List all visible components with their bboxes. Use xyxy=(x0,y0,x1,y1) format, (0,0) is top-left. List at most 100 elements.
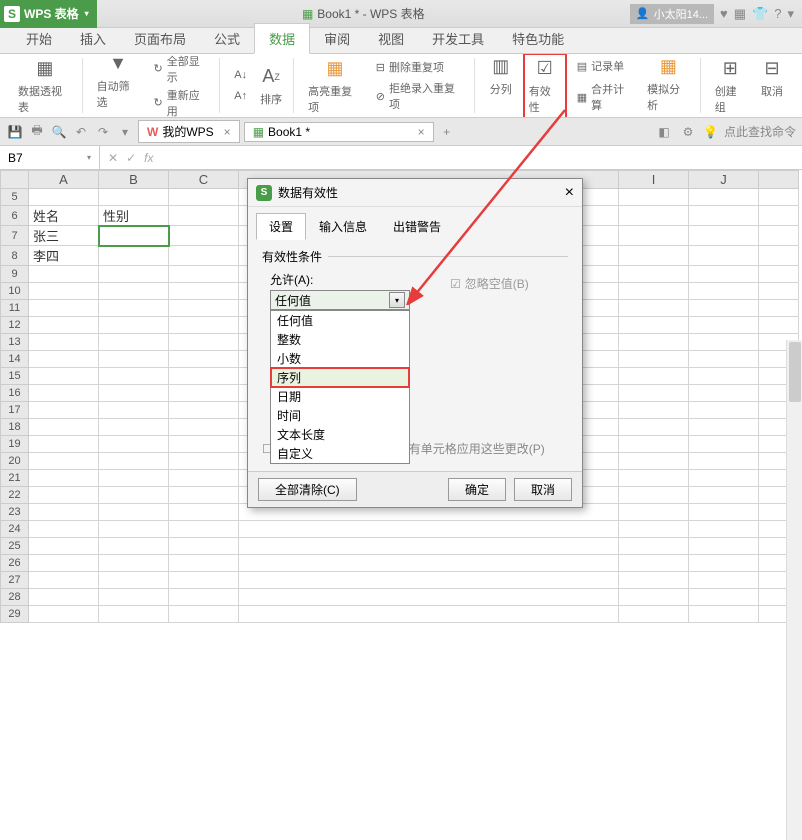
cell-B13[interactable] xyxy=(99,334,169,351)
cell-B12[interactable] xyxy=(99,317,169,334)
cell-A12[interactable] xyxy=(29,317,99,334)
cell-C20[interactable] xyxy=(169,453,239,470)
cell-J5[interactable] xyxy=(689,189,759,206)
record-form-button[interactable]: ▤记录单 xyxy=(577,57,633,75)
cell-A11[interactable] xyxy=(29,300,99,317)
allow-option-6[interactable]: 文本长度 xyxy=(271,425,409,444)
row-8[interactable]: 8 xyxy=(1,246,29,266)
accept-icon[interactable]: ✓ xyxy=(126,151,136,165)
remove-dup-button[interactable]: ⊟删除重复项 xyxy=(376,58,464,76)
col-J[interactable]: J xyxy=(689,171,759,189)
name-box[interactable]: B7 ▾ xyxy=(0,146,100,169)
cell-I27[interactable] xyxy=(619,572,689,589)
grid-icon[interactable]: ▦ xyxy=(734,6,746,22)
cell-B14[interactable] xyxy=(99,351,169,368)
autofilter-button[interactable]: ▼ 自动筛选 xyxy=(93,54,144,118)
row-6[interactable]: 6 xyxy=(1,206,29,226)
cell-B15[interactable] xyxy=(99,368,169,385)
cell-B21[interactable] xyxy=(99,470,169,487)
cell-end7[interactable] xyxy=(759,226,799,246)
save-icon[interactable]: 💾 xyxy=(6,123,24,141)
cell-C29[interactable] xyxy=(169,606,239,623)
tab-special[interactable]: 特色功能 xyxy=(498,24,578,53)
cell-A23[interactable] xyxy=(29,504,99,521)
sort-desc[interactable]: A↑ xyxy=(234,89,247,103)
cell-C28[interactable] xyxy=(169,589,239,606)
clear-all-button[interactable]: 全部清除(C) xyxy=(258,478,357,501)
allow-option-4[interactable]: 日期 xyxy=(271,387,409,406)
row-13[interactable]: 13 xyxy=(1,334,29,351)
close-icon[interactable]: × xyxy=(418,125,425,139)
row-20[interactable]: 20 xyxy=(1,453,29,470)
cell-A22[interactable] xyxy=(29,487,99,504)
dialog-titlebar[interactable]: S 数据有效性 × xyxy=(248,179,582,207)
cell-J24[interactable] xyxy=(689,521,759,538)
cell-A15[interactable] xyxy=(29,368,99,385)
cell-J21[interactable] xyxy=(689,470,759,487)
cell-I29[interactable] xyxy=(619,606,689,623)
row-19[interactable]: 19 xyxy=(1,436,29,453)
cell-J25[interactable] xyxy=(689,538,759,555)
cell-J17[interactable] xyxy=(689,402,759,419)
cell-I18[interactable] xyxy=(619,419,689,436)
cell-A29[interactable] xyxy=(29,606,99,623)
cell-end9[interactable] xyxy=(759,266,799,283)
cell-B17[interactable] xyxy=(99,402,169,419)
nav-icon[interactable]: ◧ xyxy=(655,123,673,141)
group-button[interactable]: ⊞ 创建组 xyxy=(711,55,750,117)
cancel-button[interactable]: 取消 xyxy=(514,478,572,501)
cell-B25[interactable] xyxy=(99,538,169,555)
cell-A21[interactable] xyxy=(29,470,99,487)
allow-option-2[interactable]: 小数 xyxy=(271,349,409,368)
allow-option-7[interactable]: 自定义 xyxy=(271,444,409,463)
cell-A24[interactable] xyxy=(29,521,99,538)
cell-end5[interactable] xyxy=(759,189,799,206)
cell-J13[interactable] xyxy=(689,334,759,351)
row-26[interactable]: 26 xyxy=(1,555,29,572)
cell-J8[interactable] xyxy=(689,246,759,266)
tab-start[interactable]: 开始 xyxy=(12,24,66,53)
cell-C6[interactable] xyxy=(169,206,239,226)
cell-A27[interactable] xyxy=(29,572,99,589)
tab-layout[interactable]: 页面布局 xyxy=(120,24,200,53)
cell-C24[interactable] xyxy=(169,521,239,538)
ignore-blank-check[interactable]: ☑ 忽略空值(B) xyxy=(450,275,529,292)
cancel-icon[interactable]: ✕ xyxy=(108,151,118,165)
col-B[interactable]: B xyxy=(99,171,169,189)
row-5[interactable]: 5 xyxy=(1,189,29,206)
cell-I9[interactable] xyxy=(619,266,689,283)
cell-C17[interactable] xyxy=(169,402,239,419)
cell-A14[interactable] xyxy=(29,351,99,368)
cell-A8[interactable]: 李四 xyxy=(29,246,99,266)
cell-A25[interactable] xyxy=(29,538,99,555)
cell-J16[interactable] xyxy=(689,385,759,402)
row-11[interactable]: 11 xyxy=(1,300,29,317)
fx-icon[interactable]: fx xyxy=(144,151,153,165)
search-hint[interactable]: 点此查找命令 xyxy=(724,123,796,140)
text-to-cols-button[interactable]: ▥ 分列 xyxy=(485,54,517,118)
cell-A28[interactable] xyxy=(29,589,99,606)
gear-icon[interactable]: ⚙ xyxy=(679,123,697,141)
sort-asc[interactable]: A↓ xyxy=(234,68,247,82)
cell-C11[interactable] xyxy=(169,300,239,317)
tab-view[interactable]: 视图 xyxy=(364,24,418,53)
cell-I20[interactable] xyxy=(619,453,689,470)
cell-B22[interactable] xyxy=(99,487,169,504)
row-27[interactable]: 27 xyxy=(1,572,29,589)
wps-home-tab[interactable]: W 我的WPS × xyxy=(138,120,240,143)
dtab-error[interactable]: 出错警告 xyxy=(380,213,454,240)
cell-C16[interactable] xyxy=(169,385,239,402)
whatif-button[interactable]: ▦ 模拟分析 xyxy=(643,54,694,118)
pivot-button[interactable]: ▦ 数据透视表 xyxy=(14,55,76,117)
cell-A7[interactable]: 张三 xyxy=(29,226,99,246)
row-14[interactable]: 14 xyxy=(1,351,29,368)
cell-I22[interactable] xyxy=(619,487,689,504)
row-25[interactable]: 25 xyxy=(1,538,29,555)
add-tab-icon[interactable]: + xyxy=(438,123,456,141)
cell-C27[interactable] xyxy=(169,572,239,589)
cell-I15[interactable] xyxy=(619,368,689,385)
cell-C5[interactable] xyxy=(169,189,239,206)
cell-J7[interactable] xyxy=(689,226,759,246)
allow-option-5[interactable]: 时间 xyxy=(271,406,409,425)
chevron-down-icon[interactable]: ▾ xyxy=(787,6,794,22)
